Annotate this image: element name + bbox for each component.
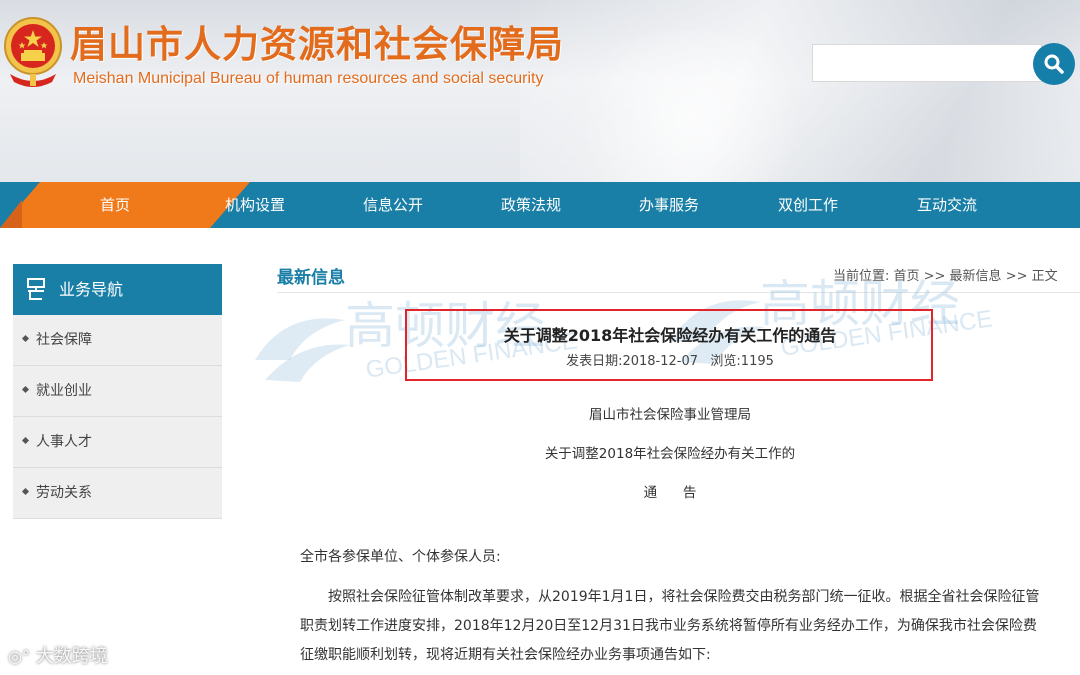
bullet-icon [21,436,30,444]
article-title: 关于调整2018年社会保险经办有关工作的通告 [503,326,837,345]
watermark-logo-icon [255,318,350,382]
corner-watermark: ◎° 大数跨境 [8,642,108,668]
navigation-icon [27,278,45,300]
article-salutation: 全市各参保单位、个体参保人员: [300,549,501,565]
search-input[interactable] [812,44,1042,82]
nav-item-organization[interactable]: 机构设置 [210,182,300,228]
sidebar-item-label: 就业创业 [36,383,92,399]
site-title: 眉山市人力资源和社会保障局 [70,23,564,66]
main-nav: 首页 机构设置 信息公开 政策法规 办事服务 双创工作 互动交流 [0,182,1080,228]
document-title-line1: 关于调整2018年社会保险经办有关工作的 [544,446,796,462]
corner-watermark-text: 大数跨境 [35,646,108,667]
nav-item-services[interactable]: 办事服务 [624,182,714,228]
sidebar-title: 业务导航 [59,280,124,299]
sidebar-item-label: 劳动关系 [36,485,92,501]
nav-item-home[interactable]: 首页 [70,182,160,228]
site-subtitle: Meishan Municipal Bureau of human resour… [73,70,544,87]
sidebar-item-employment[interactable]: 就业创业 [13,366,222,417]
search-icon [1044,54,1064,74]
article-issuer: 眉山市社会保险事业管理局 [589,407,751,423]
weibo-icon: ◎° [8,647,30,666]
article-meta: 发表日期:2018-12-07 浏览:1195 [566,354,774,369]
document-title-line2: 通 告 [643,485,697,501]
national-emblem-icon [4,17,62,87]
nav-item-information[interactable]: 信息公开 [348,182,438,228]
sidebar-item-label: 社会保障 [36,332,92,348]
heading-divider [277,292,1080,293]
nav-item-interaction[interactable]: 互动交流 [902,182,992,228]
bullet-icon [21,487,30,495]
sidebar-item-label: 人事人才 [36,434,92,450]
nav-item-policy[interactable]: 政策法规 [486,182,576,228]
sidebar-item-labor-relations[interactable]: 劳动关系 [13,468,222,519]
sidebar-menu: 社会保障 就业创业 人事人才 劳动关系 [13,315,222,519]
article-paragraph: 按照社会保险征管体制改革要求，从2019年1月1日，将社会保险费交由税务部门统一… [300,589,1040,663]
sidebar-item-personnel[interactable]: 人事人才 [13,417,222,468]
nav-item-innovation[interactable]: 双创工作 [763,182,853,228]
bullet-icon [21,385,30,393]
sidebar-header: 业务导航 [13,264,222,315]
breadcrumb: 当前位置: 首页 >> 最新信息 >> 正文 [833,269,1058,284]
section-heading: 最新信息 [277,268,345,288]
bullet-icon [21,334,30,342]
site-header: 眉山市人力资源和社会保障局 Meishan Municipal Bureau o… [0,0,1080,182]
sidebar-item-social-security[interactable]: 社会保障 [13,315,222,366]
search-button[interactable] [1033,43,1075,85]
